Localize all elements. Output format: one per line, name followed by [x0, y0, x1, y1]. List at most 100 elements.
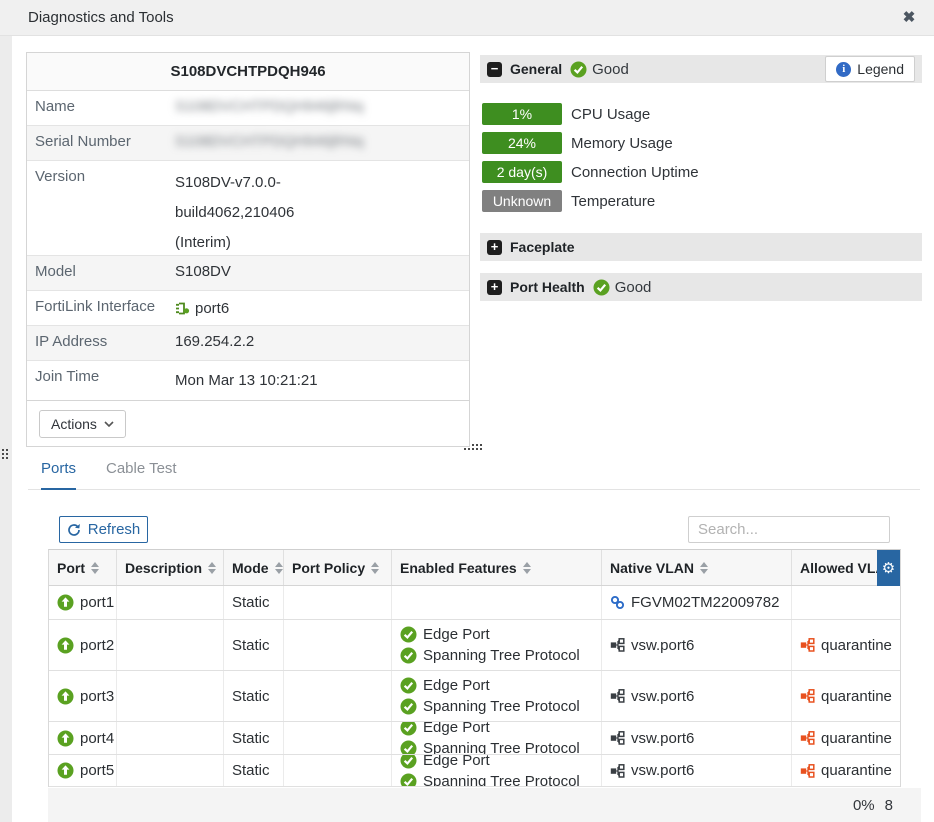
tab-ports[interactable]: Ports: [41, 460, 76, 490]
column-settings-gear-icon[interactable]: ⚙: [877, 550, 900, 586]
vertical-resize-gripper-icon[interactable]: [2, 449, 8, 459]
sort-icon: [700, 562, 708, 574]
legend-button[interactable]: i Legend: [825, 56, 915, 82]
dialog-titlebar: Diagnostics and Tools ✖: [0, 0, 934, 36]
version-label: Version: [27, 161, 167, 255]
check-circle-icon: [593, 279, 610, 296]
table-row[interactable]: port2StaticEdge PortSpanning Tree Protoc…: [49, 620, 900, 671]
port-up-icon: [57, 730, 74, 747]
check-circle-icon: [400, 722, 417, 736]
check-circle-icon: [400, 698, 417, 715]
device-info-panel: S108DVCHTPDQH946 Name S108DVCHTPDQH946jf…: [26, 52, 470, 447]
info-circle-icon: i: [836, 62, 851, 77]
table-body: port1StaticFGVM02TM22009782port2StaticEd…: [49, 586, 900, 787]
expand-plus-icon[interactable]: +: [487, 280, 502, 295]
vlan-icon: [800, 689, 815, 703]
column-header-native-vlan[interactable]: Native VLAN: [602, 550, 792, 585]
cell-port: port3: [49, 671, 117, 721]
cell-port-policy: [284, 586, 392, 619]
cell-enabled-features: [392, 586, 602, 619]
general-status: Good: [570, 61, 629, 78]
cell-description: [117, 722, 224, 754]
cell-enabled-features: Edge PortSpanning Tree Protocol: [392, 755, 602, 786]
cell-mode: Static: [224, 722, 284, 754]
check-circle-icon: [400, 677, 417, 694]
column-header-port[interactable]: Port: [49, 550, 117, 585]
version-value: S108DV-v7.0.0- build4062,210406 (Interim…: [167, 161, 302, 255]
info-row-fortilink: FortiLink Interface port6: [27, 291, 469, 326]
table-row[interactable]: port1StaticFGVM02TM22009782: [49, 586, 900, 620]
cell-enabled-features: Edge PortSpanning Tree Protocol: [392, 671, 602, 721]
expand-plus-icon[interactable]: +: [487, 240, 502, 255]
column-header-enabled-features[interactable]: Enabled Features: [392, 550, 602, 585]
check-circle-icon: [570, 61, 587, 78]
cell-enabled-features: Edge PortSpanning Tree Protocol: [392, 620, 602, 670]
table-row[interactable]: port4StaticEdge PortSpanning Tree Protoc…: [49, 722, 900, 755]
cell-mode: Static: [224, 586, 284, 619]
port-up-icon: [57, 594, 74, 611]
name-label: Name: [27, 91, 167, 125]
collapse-minus-icon[interactable]: −: [487, 62, 502, 77]
fortilink-value: port6: [167, 291, 237, 325]
info-row-model: Model S108DV: [27, 256, 469, 291]
column-header-mode[interactable]: Mode: [224, 550, 284, 585]
cell-port-policy: [284, 722, 392, 754]
tab-cable-test[interactable]: Cable Test: [106, 460, 177, 488]
cell-native-vlan: vsw.port6: [602, 722, 792, 754]
dialog-title: Diagnostics and Tools: [28, 9, 174, 26]
diagnostics-dialog: Diagnostics and Tools ✖ S108DVCHTPDQH946…: [0, 0, 934, 822]
stat-row: 24%Memory Usage: [482, 132, 922, 154]
ip-label: IP Address: [27, 326, 167, 360]
refresh-button[interactable]: Refresh: [59, 516, 148, 543]
cell-allowed-vlans: quarantine: [792, 620, 900, 670]
stat-label: Connection Uptime: [571, 164, 699, 181]
search-input[interactable]: [688, 516, 890, 543]
join-time-value: Mon Mar 13 10:21:21 2023: [167, 361, 326, 400]
info-row-join-time: Join Time Mon Mar 13 10:21:21 2023: [27, 361, 469, 401]
port-up-icon: [57, 762, 74, 779]
stat-label: CPU Usage: [571, 106, 650, 123]
section-faceplate[interactable]: + Faceplate: [480, 233, 922, 261]
section-general[interactable]: − General Good i Legend: [480, 55, 922, 83]
actions-button[interactable]: Actions: [39, 410, 126, 438]
column-header-description[interactable]: Description: [117, 550, 224, 585]
column-header-port-policy[interactable]: Port Policy: [284, 550, 392, 585]
port-up-icon: [57, 688, 74, 705]
check-circle-icon: [400, 647, 417, 664]
fortilink-port-icon: [175, 302, 190, 315]
table-footer: 0% 8: [48, 788, 921, 822]
faceplate-title: Faceplate: [510, 239, 575, 255]
model-label: Model: [27, 256, 167, 290]
cell-port: port2: [49, 620, 117, 670]
cell-allowed-vlans: [792, 586, 900, 619]
sort-icon: [91, 562, 99, 574]
general-stats: 1% CPU Usage 24%Memory Usage 2 day(s)Connec…: [480, 95, 922, 233]
vlan-icon: [800, 731, 815, 745]
stat-row: 2 day(s)Connection Uptime: [482, 161, 922, 183]
stat-value-badge: 24%: [482, 132, 562, 154]
cell-description: [117, 620, 224, 670]
check-circle-icon: [400, 755, 417, 769]
stat-value-badge: 1%: [482, 103, 562, 125]
cell-native-vlan: vsw.port6: [602, 620, 792, 670]
sort-icon: [208, 562, 216, 574]
section-port-health[interactable]: + Port Health Good: [480, 273, 922, 301]
chevron-down-icon: [104, 421, 114, 427]
table-row[interactable]: port3 Static Edge PortSpanning Tree Protoc…: [49, 671, 900, 722]
close-icon[interactable]: ✖: [900, 9, 918, 27]
cell-mode: Static: [224, 671, 284, 721]
fortilink-label: FortiLink Interface: [27, 291, 167, 325]
table-row[interactable]: port5StaticEdge PortSpanning Tree Protoc…: [49, 755, 900, 787]
info-row-name: Name S108DVCHTPDQH946jfrhtq: [27, 91, 469, 126]
health-panel: − General Good i Legend 1% CPU Usage 24%Me…: [480, 55, 922, 313]
vlan-icon: [800, 764, 815, 778]
port-health-title: Port Health: [510, 279, 585, 295]
cell-port: port4: [49, 722, 117, 754]
sort-icon: [275, 562, 283, 574]
cell-allowed-vlans: quarantine: [792, 722, 900, 754]
stat-row: 1% CPU Usage: [482, 103, 922, 125]
vlan-icon: [800, 638, 815, 652]
footer-percent: 0%: [853, 797, 875, 814]
ports-table: PortDescriptionModePort PolicyEnabled Fe…: [48, 549, 901, 787]
stat-row: UnknownTemperature: [482, 190, 922, 212]
